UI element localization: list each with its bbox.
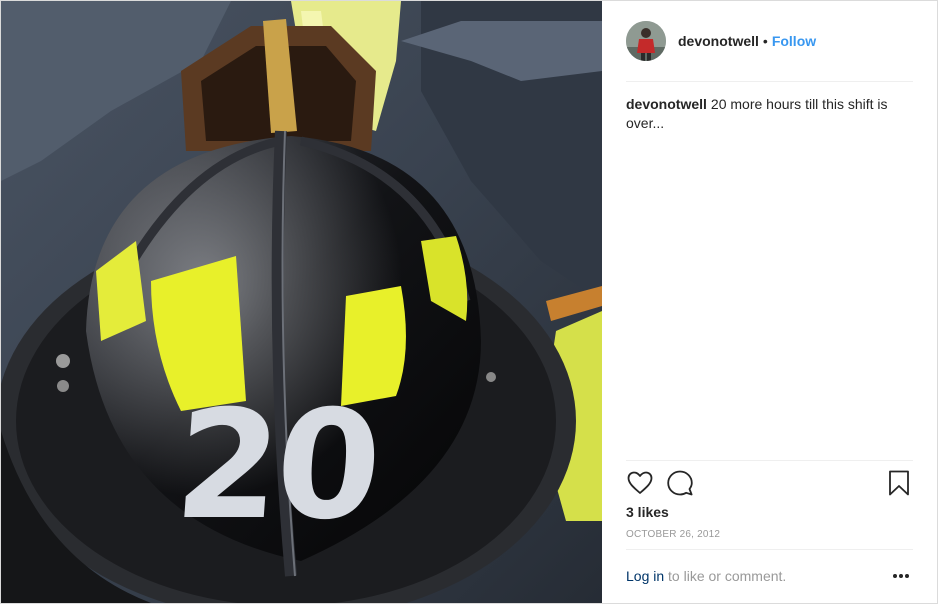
likes-count[interactable]: 3 likes [626, 504, 669, 520]
more-options-icon [893, 574, 909, 578]
action-bar [626, 469, 913, 501]
comment-button[interactable] [666, 469, 694, 497]
instagram-post: 20 devonotwell • Follow devonotwell 20 mo… [0, 0, 938, 604]
footer-divider [626, 549, 913, 550]
login-link[interactable]: Log in [626, 568, 664, 584]
bookmark-icon [889, 470, 909, 496]
post-date: OCTOBER 26, 2012 [626, 529, 721, 540]
login-prompt: Log in to like or comment. [626, 568, 913, 588]
username-link[interactable]: devonotwell [678, 33, 759, 49]
actions-divider [626, 460, 913, 461]
post-caption: devonotwell 20 more hours till this shift… [626, 95, 916, 133]
save-button[interactable] [885, 469, 913, 497]
post-header: devonotwell • Follow [602, 1, 937, 81]
helmet-number-decal: 20 [169, 379, 383, 553]
heart-icon [627, 471, 653, 494]
more-options-button[interactable] [889, 566, 913, 586]
header-divider [626, 81, 913, 82]
login-suffix-text: to like or comment. [664, 568, 787, 584]
post-side-panel: devonotwell • Follow devonotwell 20 more … [602, 1, 937, 603]
avatar-image [626, 21, 666, 61]
comment-bubble-icon [667, 470, 693, 496]
follow-button[interactable]: Follow [772, 33, 816, 49]
caption-username-link[interactable]: devonotwell [626, 96, 707, 112]
like-button[interactable] [626, 469, 654, 497]
post-photo[interactable]: 20 [1, 1, 602, 603]
avatar[interactable] [626, 21, 666, 61]
separator-dot: • [762, 33, 768, 49]
